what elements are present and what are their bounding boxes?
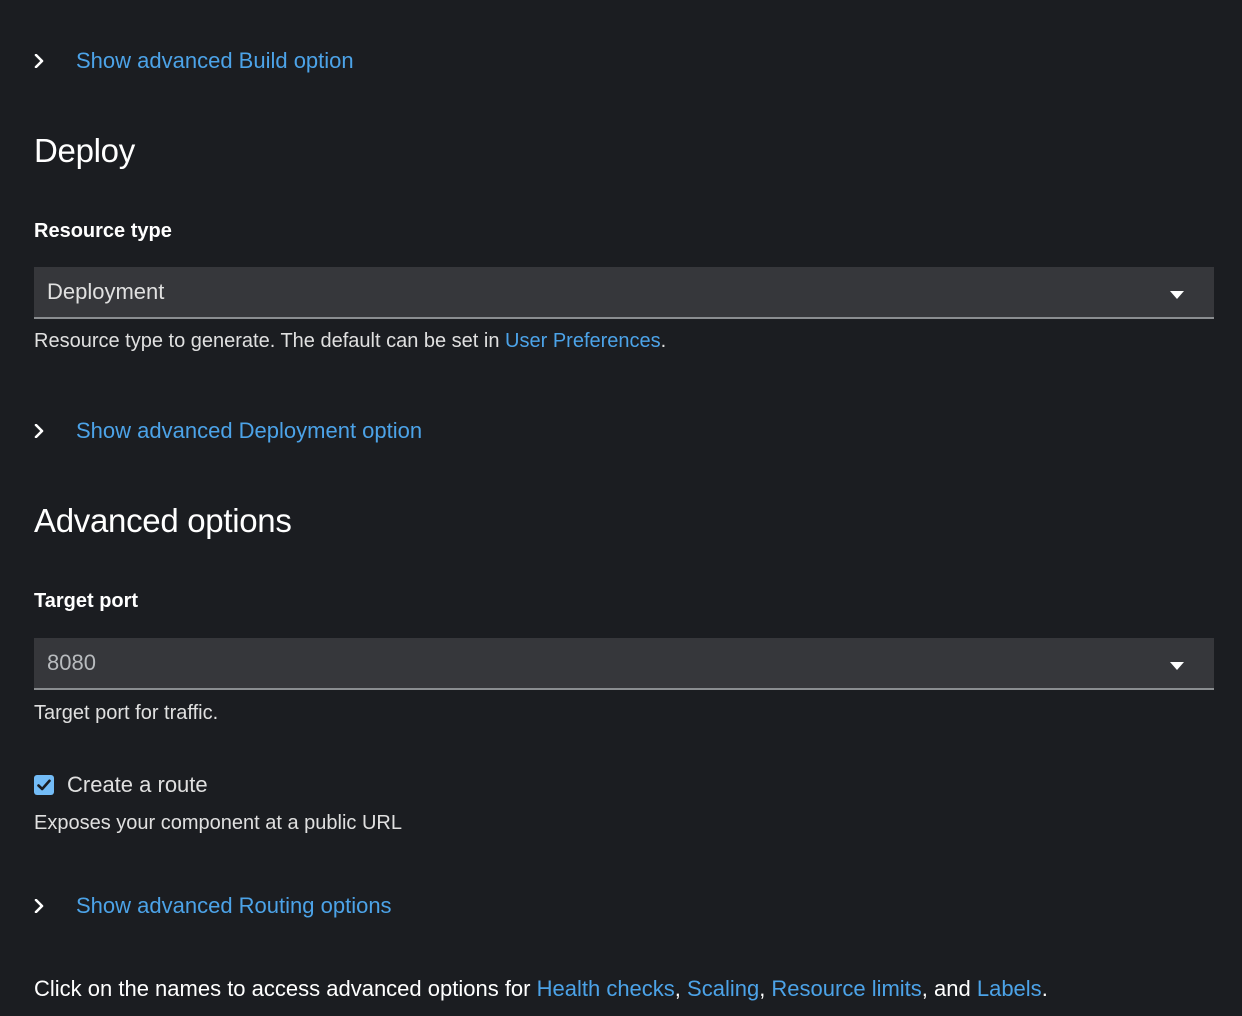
labels-link[interactable]: Labels <box>977 976 1042 1001</box>
health-checks-link[interactable]: Health checks <box>537 976 675 1001</box>
footer-separator: , and <box>921 976 977 1001</box>
footer-separator: , <box>759 976 772 1001</box>
check-icon <box>37 779 51 791</box>
resource-type-helper: Resource type to generate. The default c… <box>34 330 666 353</box>
user-preferences-link[interactable]: User Preferences <box>505 330 661 352</box>
deployment-advanced-link[interactable]: Show advanced Deployment option <box>76 418 422 444</box>
resource-type-helper-suffix: . <box>660 330 667 352</box>
advanced-options-title: Advanced options <box>34 502 292 539</box>
resource-type-helper-text: Resource type to generate. The default c… <box>34 330 506 352</box>
target-port-label: Target port <box>34 590 139 612</box>
advanced-footer-text: Click on the names to access advanced op… <box>34 976 1048 1002</box>
build-advanced-toggle[interactable]: Show advanced Build option <box>34 46 354 76</box>
footer-separator: , <box>674 976 688 1001</box>
create-route-row: Create a route <box>34 772 208 798</box>
create-route-label[interactable]: Create a route <box>67 772 208 798</box>
deployment-advanced-toggle[interactable]: Show advanced Deployment option <box>34 416 422 446</box>
create-route-checkbox[interactable] <box>34 775 54 795</box>
footer-prefix: Click on the names to access advanced op… <box>34 976 537 1001</box>
target-port-select[interactable]: 8080 <box>34 638 1214 690</box>
chevron-right-icon <box>34 896 54 916</box>
create-route-helper: Exposes your component at a public URL <box>34 812 402 834</box>
routing-advanced-link[interactable]: Show advanced Routing options <box>76 893 392 919</box>
routing-advanced-toggle[interactable]: Show advanced Routing options <box>34 891 392 921</box>
footer-suffix: . <box>1041 976 1048 1001</box>
resource-type-select[interactable]: Deployment <box>34 267 1214 319</box>
chevron-right-icon <box>34 421 54 441</box>
caret-down-icon <box>1170 658 1184 670</box>
resource-type-label: Resource type <box>34 220 172 242</box>
deploy-section-title: Deploy <box>34 132 135 169</box>
chevron-right-icon <box>34 51 54 71</box>
target-port-helper: Target port for traffic. <box>34 702 219 724</box>
caret-down-icon <box>1170 287 1184 299</box>
scaling-link[interactable]: Scaling <box>687 976 759 1001</box>
build-advanced-link[interactable]: Show advanced Build option <box>76 48 354 74</box>
resource-type-value: Deployment <box>47 279 165 304</box>
target-port-value: 8080 <box>47 650 96 675</box>
resource-limits-link[interactable]: Resource limits <box>771 976 921 1001</box>
